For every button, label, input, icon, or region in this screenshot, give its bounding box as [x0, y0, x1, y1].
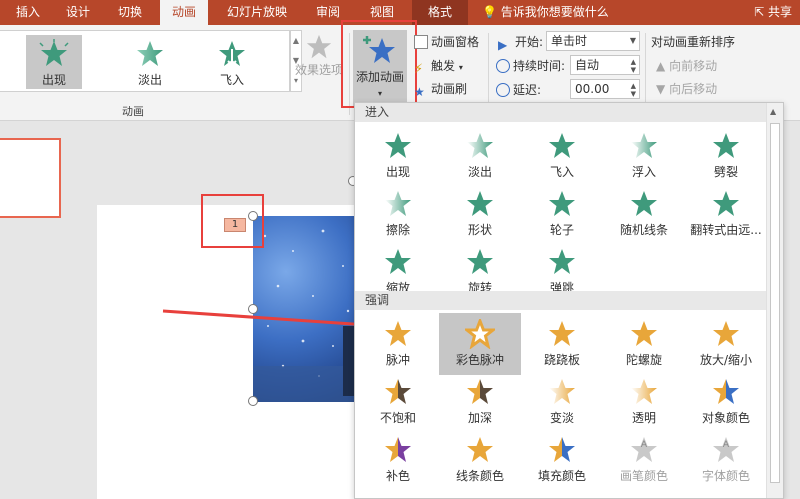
section-emphasis: 强调: [355, 291, 767, 310]
emphasis-effect-item[interactable]: 线条颜色: [439, 429, 521, 491]
emphasis-effect-label: 彩色脉冲: [455, 353, 504, 367]
emphasis-effect-star-icon: [385, 437, 411, 462]
entrance-effect-item[interactable]: 飞入: [521, 125, 603, 187]
entrance-effect-star-icon: [467, 191, 493, 216]
emphasis-effect-label: 线条颜色: [455, 469, 504, 483]
emphasis-effect-star-icon: A: [713, 437, 739, 462]
entrance-effect-star-icon: [713, 191, 739, 216]
scrollbar-thumb[interactable]: [770, 123, 780, 483]
entrance-effect-item[interactable]: 轮子: [521, 183, 603, 245]
entrance-effect-label: 随机线条: [619, 223, 668, 237]
entrance-effect-item[interactable]: 出现: [357, 125, 439, 187]
emphasis-effect-item[interactable]: 彩色脉冲: [439, 313, 521, 375]
emphasis-effect-item[interactable]: 陀螺旋: [603, 313, 685, 375]
emphasis-effect-item[interactable]: 脉冲: [357, 313, 439, 375]
entrance-effect-label: 形状: [467, 223, 492, 237]
entrance-effect-label: 浮入: [631, 165, 656, 179]
entrance-effect-star-icon: [549, 249, 575, 274]
emphasis-effect-item[interactable]: A 画笔颜色: [603, 429, 685, 491]
emphasis-effect-label: 加深: [467, 411, 492, 425]
emphasis-effect-star-icon: [467, 437, 493, 462]
emphasis-effect-star-icon: [549, 437, 575, 462]
emphasis-effect-star-icon: [467, 379, 493, 404]
entrance-effect-label: 劈裂: [713, 165, 738, 179]
emphasis-effect-star-icon: A: [631, 437, 657, 462]
emphasis-effect-label: 对象颜色: [701, 411, 750, 425]
svg-text:A: A: [641, 440, 648, 450]
emphasis-effect-star-icon: [631, 321, 657, 346]
emphasis-effect-item[interactable]: 变淡: [521, 371, 603, 433]
emphasis-effect-label: 补色: [385, 469, 410, 483]
emphasis-effect-item[interactable]: 补色: [357, 429, 439, 491]
emphasis-effect-label: 画笔颜色: [619, 469, 668, 483]
emphasis-effect-star-icon: [713, 321, 739, 346]
emphasis-effect-label: 跷跷板: [543, 353, 580, 367]
emphasis-effect-item[interactable]: 不饱和: [357, 371, 439, 433]
entrance-effect-star-icon: [631, 191, 657, 216]
entrance-effect-star-icon: [385, 191, 411, 216]
entrance-effect-item[interactable]: 浮入: [603, 125, 685, 187]
emphasis-effect-star-icon: [713, 379, 739, 404]
emphasis-effect-star-icon: [385, 379, 411, 404]
emphasis-effect-label: 填充颜色: [537, 469, 586, 483]
entrance-effect-star-icon: [385, 133, 411, 158]
emphasis-effect-label: 不饱和: [379, 411, 416, 425]
emphasis-effect-star-icon: [465, 319, 495, 349]
emphasis-effect-item[interactable]: 跷跷板: [521, 313, 603, 375]
emphasis-effect-label: 变淡: [549, 411, 574, 425]
entrance-effect-item[interactable]: 劈裂: [685, 125, 767, 187]
entrance-effect-star-icon: [467, 133, 493, 158]
emphasis-effect-label: 透明: [631, 411, 656, 425]
entrance-effect-item[interactable]: 随机线条: [603, 183, 685, 245]
emphasis-effect-item[interactable]: 填充颜色: [521, 429, 603, 491]
entrance-effect-label: 翻转式由远...: [690, 223, 762, 237]
emphasis-effect-item[interactable]: 放大/缩小: [685, 313, 767, 375]
emphasis-effect-label: 脉冲: [385, 353, 410, 367]
emphasis-effect-item[interactable]: 加深: [439, 371, 521, 433]
emphasis-effect-star-icon: [549, 321, 575, 346]
emphasis-effect-star-icon: [385, 321, 411, 346]
entrance-effect-item[interactable]: 擦除: [357, 183, 439, 245]
entrance-effect-star-icon: [549, 133, 575, 158]
emphasis-effect-label: 陀螺旋: [625, 353, 662, 367]
panel-scrollbar[interactable]: ▲: [766, 103, 783, 498]
emphasis-effect-item[interactable]: A 字体颜色: [685, 429, 767, 491]
entrance-effect-item[interactable]: 翻转式由远...: [685, 183, 767, 245]
entrance-effect-star-icon: [549, 191, 575, 216]
entrance-effect-star-icon: [385, 249, 411, 274]
entrance-effect-label: 轮子: [549, 223, 574, 237]
entrance-effect-star-icon: [713, 133, 739, 158]
emphasis-effect-label: 放大/缩小: [699, 353, 753, 367]
add-animation-dropdown: 进入 出现 淡出 飞入 浮入 劈裂 擦除 形状 轮子 随机线条 翻转式由远... 缩放 旋转 弹跳 强调…: [354, 102, 784, 499]
emphasis-effect-star-icon: [549, 379, 575, 404]
section-entrance: 进入: [355, 103, 767, 122]
emphasis-effect-star-icon: [631, 379, 657, 404]
entrance-effect-item[interactable]: 淡出: [439, 125, 521, 187]
entrance-effect-label: 淡出: [467, 165, 492, 179]
entrance-effect-star-icon: [467, 249, 493, 274]
emphasis-effect-item[interactable]: 对象颜色: [685, 371, 767, 433]
emphasis-effect-item[interactable]: 透明: [603, 371, 685, 433]
entrance-effect-label: 出现: [385, 165, 410, 179]
entrance-effect-item[interactable]: 形状: [439, 183, 521, 245]
entrance-effect-star-icon: [631, 133, 657, 158]
entrance-effect-label: 擦除: [385, 223, 410, 237]
svg-text:A: A: [723, 440, 730, 450]
emphasis-effect-label: 字体颜色: [701, 469, 750, 483]
arrow-up-icon[interactable]: ▲: [770, 107, 776, 116]
entrance-effect-label: 飞入: [549, 165, 574, 179]
